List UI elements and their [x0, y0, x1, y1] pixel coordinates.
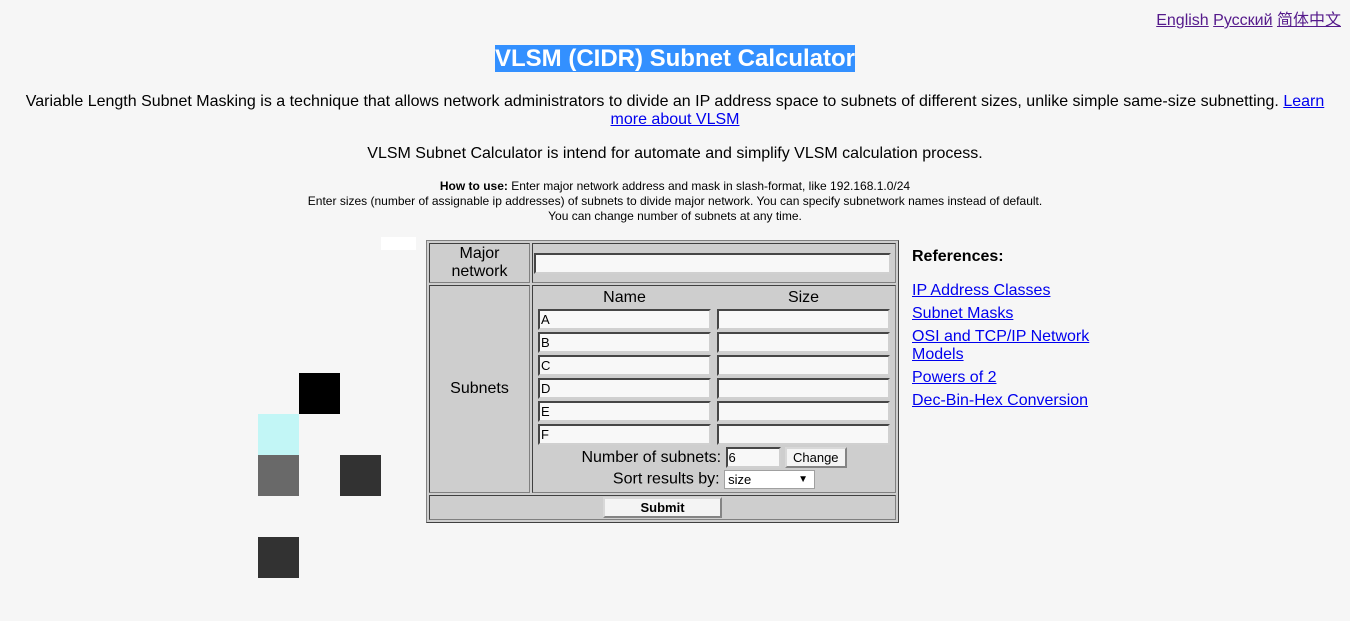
dropdown-arrow-icon: ▼ — [798, 474, 809, 485]
sort-row: Sort results by: size ▼ — [536, 470, 892, 489]
language-switcher: English Русский 简体中文 — [1156, 6, 1341, 30]
lang-russian-link[interactable]: Русский — [1213, 12, 1272, 29]
vlsm-description: Variable Length Subnet Masking is a tech… — [20, 93, 1330, 129]
how-to-use: How to use: Enter major network address … — [0, 179, 1350, 224]
page-title: VLSM (CIDR) Subnet Calculator — [0, 45, 1350, 73]
size-column-header: Size — [787, 289, 820, 306]
ref-link-osi-tcpip-models[interactable]: OSI and TCP/IP Network Models — [912, 328, 1112, 364]
ref-link-dec-bin-hex[interactable]: Dec-Bin-Hex Conversion — [912, 392, 1112, 410]
subnet-name-input[interactable] — [538, 378, 711, 399]
subnet-row — [536, 424, 892, 445]
sort-label: Sort results by: — [612, 470, 720, 488]
subnet-size-input[interactable] — [717, 424, 890, 445]
vlsm-form-table: Major network Subnets Name Size A B C D … — [426, 240, 899, 523]
subnet-row — [536, 378, 892, 399]
sort-select[interactable]: size ▼ — [724, 470, 816, 489]
num-subnets-row: Number of subnets: Change — [536, 447, 892, 468]
subnet-row — [536, 332, 892, 353]
subnet-size-input[interactable] — [717, 401, 890, 422]
decor-dark-square — [340, 455, 381, 496]
how-to-line-2: Enter sizes (number of assignable ip add… — [307, 194, 1043, 208]
decor-cyan-square — [258, 414, 299, 455]
subnet-name-input[interactable] — [538, 332, 711, 353]
references-panel: References: IP Address Classes Subnet Ma… — [912, 248, 1112, 415]
subnet-name-input[interactable] — [538, 424, 711, 445]
change-button[interactable]: Change — [784, 447, 847, 468]
lang-english-link[interactable]: English — [1156, 12, 1208, 29]
decor-white-square — [381, 237, 416, 250]
subnets-label: Subnets — [429, 285, 530, 493]
lang-chinese-link[interactable]: 简体中文 — [1277, 12, 1341, 29]
subnet-name-input[interactable] — [538, 309, 711, 330]
ref-link-subnet-masks[interactable]: Subnet Masks — [912, 305, 1112, 323]
submit-button[interactable]: Submit — [603, 497, 722, 518]
subnet-name-input[interactable] — [538, 355, 711, 376]
subnet-size-input[interactable] — [717, 378, 890, 399]
num-subnets-input[interactable] — [725, 447, 781, 468]
decor-dark-square — [258, 537, 299, 578]
intro-text: VLSM Subnet Calculator is intend for aut… — [367, 145, 983, 162]
subnet-name-input[interactable] — [538, 401, 711, 422]
how-to-line-1: Enter major network address and mask in … — [511, 179, 911, 193]
num-subnets-label: Number of subnets: — [581, 449, 722, 466]
subnet-row — [536, 309, 892, 330]
subnet-size-input[interactable] — [717, 355, 890, 376]
subnet-size-input[interactable] — [717, 332, 890, 353]
how-to-line-3: You can change number of subnets at any … — [548, 209, 802, 223]
major-network-cell — [532, 243, 896, 283]
major-network-input[interactable] — [534, 252, 891, 274]
subnet-row — [536, 401, 892, 422]
references-heading: References: — [912, 248, 1004, 265]
description-text: Variable Length Subnet Masking is a tech… — [25, 93, 1279, 110]
subnet-size-input[interactable] — [717, 309, 890, 330]
decor-black-square — [299, 373, 340, 414]
subnet-row — [536, 355, 892, 376]
major-network-label: Major network — [429, 243, 530, 283]
submit-cell: Submit — [429, 495, 896, 520]
ref-link-ip-address-classes[interactable]: IP Address Classes — [912, 282, 1112, 300]
ref-link-powers-of-2[interactable]: Powers of 2 — [912, 369, 1112, 387]
sort-select-value: size — [728, 472, 752, 487]
subnets-table: Name Size A B C D E F Number of subnets:… — [534, 287, 894, 491]
how-to-label: How to use: — [439, 179, 508, 193]
page-title-text: VLSM (CIDR) Subnet Calculator — [494, 45, 855, 72]
decor-gray-square — [258, 455, 299, 496]
name-column-header: Name — [603, 289, 646, 306]
subnets-cell: Name Size A B C D E F Number of subnets:… — [532, 285, 896, 493]
